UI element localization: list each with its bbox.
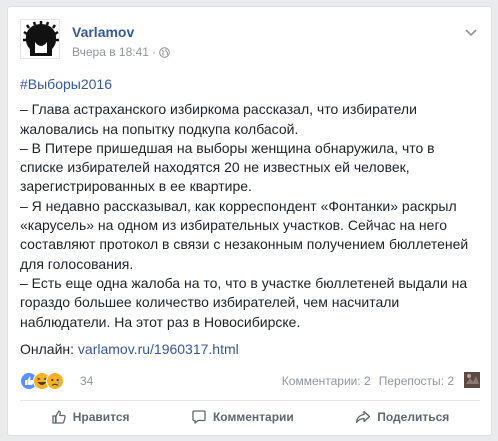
sad-reaction-icon: [46, 372, 64, 390]
reactions-summary[interactable]: 34: [20, 372, 93, 390]
stats-counts: Комментарии: 2 Перепосты: 2: [282, 374, 454, 388]
viewer-avatar[interactable]: [464, 372, 480, 388]
post-stats: 34 Комментарии: 2 Перепосты: 2: [20, 372, 480, 392]
post-body: #Выборы2016 – Глава астраханского избирк…: [20, 75, 480, 359]
avatar[interactable]: [20, 19, 60, 59]
post-card: Varlamov Вчера в 18:41 · #Выборы2016 – Г…: [7, 6, 492, 436]
online-line: Онлайн: varlamov.ru/1960317.html: [20, 340, 480, 359]
share-button[interactable]: Поделиться: [345, 403, 459, 431]
post-paragraph: – Глава астраханского избиркома рассказа…: [20, 101, 417, 137]
meta-separator: ·: [151, 45, 156, 59]
post-header: Varlamov Вчера в 18:41 ·: [20, 19, 480, 63]
post-time[interactable]: Вчера в 18:41: [72, 45, 149, 59]
post-paragraph: – В Питере пришедшая на выборы женщина о…: [20, 139, 435, 195]
post-actions: Нравится Комментарии Поделиться: [20, 400, 480, 432]
chevron-down-icon[interactable]: [464, 25, 478, 37]
thumbs-up-icon: [51, 409, 67, 425]
globe-icon: [159, 46, 170, 58]
like-label: Нравится: [72, 409, 130, 424]
reaction-count: 34: [80, 374, 94, 388]
comment-icon: [191, 409, 207, 425]
author-name[interactable]: Varlamov: [72, 24, 134, 40]
post-paragraph: – Я недавно рассказывал, как корреспонде…: [20, 197, 469, 272]
share-icon: [355, 409, 371, 425]
comments-count-link[interactable]: Комментарии: 2: [282, 374, 371, 388]
share-label: Поделиться: [377, 409, 450, 424]
comment-label: Комментарии: [212, 409, 294, 424]
hashtag-link[interactable]: #Выборы2016: [20, 75, 480, 94]
online-label: Онлайн:: [20, 340, 75, 357]
comment-button[interactable]: Комментарии: [181, 403, 304, 431]
online-link[interactable]: varlamov.ru/1960317.html: [78, 341, 239, 357]
post-paragraph: – Есть еще одна жалоба на то, что в учас…: [20, 274, 468, 330]
shares-count-link[interactable]: Перепосты: 2: [379, 374, 454, 388]
like-button[interactable]: Нравится: [41, 403, 140, 431]
post-meta: Вчера в 18:41 ·: [72, 45, 170, 59]
